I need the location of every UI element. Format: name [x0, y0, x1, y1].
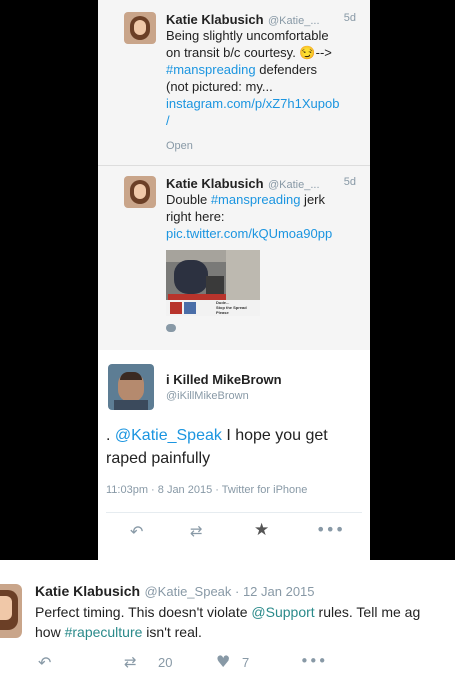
text-fragment: Double — [166, 192, 211, 207]
author-handle[interactable]: @iKillMikeBrown — [166, 390, 249, 402]
author-name[interactable]: Katie Klabusich — [166, 12, 264, 27]
author-name[interactable]: Katie Klabusich — [35, 583, 140, 599]
divider — [106, 512, 362, 513]
avatar[interactable] — [124, 12, 156, 44]
tweet-text: Perfect timing. This doesn't violate @Su… — [35, 602, 455, 642]
hashtag-link[interactable]: #manspreading — [166, 62, 256, 77]
pic-link[interactable]: pic.twitter.com/kQUmoa90pp — [166, 225, 362, 242]
text-fragment: rules. Tell me ag — [314, 604, 421, 620]
thread-tweet-1[interactable]: Katie Klabusich @Katie_... 5d Being slig… — [98, 0, 370, 165]
thread-tweet-2[interactable]: Katie Klabusich @Katie_... 5d Double #ma… — [98, 166, 370, 350]
author-handle[interactable]: @Katie_... — [268, 179, 320, 191]
retweet-count: 20 — [158, 655, 173, 670]
author-name[interactable]: i Killed MikeBrown — [166, 372, 282, 387]
author-handle-date[interactable]: @Katie_Speak · 12 Jan 2015 — [144, 584, 314, 599]
tweet-text: Being slightly uncomfortable on transit … — [166, 27, 362, 129]
mention-link[interactable]: @Support — [251, 604, 314, 620]
text-line: raped painfully — [106, 450, 211, 467]
open-link[interactable]: Open — [166, 140, 193, 152]
text-fragment: I hope you get — [221, 427, 328, 444]
phone-screenshot: Katie Klabusich @Katie_... 5d Being slig… — [98, 0, 370, 560]
tweet-text: . @Katie_Speak I hope you get raped pain… — [106, 424, 366, 470]
retweet-icon[interactable]: ⇄ — [190, 522, 203, 540]
heart-icon[interactable]: ♥ — [216, 652, 230, 671]
author-name[interactable]: Katie Klabusich — [166, 176, 264, 191]
reply-icon[interactable]: ↶ — [130, 522, 143, 541]
reply-tweet: Katie Klabusich @Katie_Speak · 12 Jan 20… — [0, 560, 455, 683]
author-handle[interactable]: @Katie_... — [268, 15, 320, 27]
text-fragment: jerk — [300, 192, 325, 207]
attached-photo[interactable]: Dude... Stop the Spread Please — [166, 250, 260, 316]
mention-link[interactable]: @Katie_Speak — [115, 427, 222, 444]
sign-line: Please — [216, 310, 229, 315]
text-fragment: defenders — [255, 62, 318, 77]
text-fragment: isn't real. — [142, 624, 202, 640]
like-count: 7 — [242, 655, 250, 670]
avatar[interactable] — [0, 584, 22, 638]
more-icon[interactable]: ••• — [316, 520, 344, 539]
avatar[interactable] — [124, 176, 156, 208]
hashtag-link[interactable]: #rapeculture — [65, 624, 143, 640]
text-fragment: Perfect timing. This doesn't violate — [35, 604, 252, 620]
instagram-link[interactable]: instagram.com/p/xZ7h1Xupob — [166, 95, 362, 112]
star-icon[interactable]: ★ — [254, 520, 269, 540]
text-line: Being slightly uncomfortable — [166, 28, 329, 43]
reply-icon[interactable]: ↶ — [38, 653, 51, 672]
text-fragment: how — [35, 624, 65, 640]
more-icon[interactable]: ••• — [300, 652, 327, 670]
tweet-meta: 11:03pm · 8 Jan 2015 · Twitter for iPhon… — [106, 484, 308, 496]
comment-bubble-icon[interactable] — [166, 324, 176, 332]
tweet-age: 5d — [343, 12, 356, 24]
instagram-link-tail[interactable]: / — [166, 112, 362, 129]
tweet-text: Double #manspreading jerk right here: pi… — [166, 191, 362, 242]
text-line: right here: — [166, 209, 225, 224]
text-fragment: . — [106, 427, 115, 444]
text-line: on transit b/c courtesy. 😏--> — [166, 45, 332, 60]
avatar[interactable] — [108, 364, 154, 410]
text-line: (not pictured: my... — [166, 79, 273, 94]
hashtag-link[interactable]: #manspreading — [211, 192, 301, 207]
retweet-icon[interactable]: ⇄ — [124, 653, 137, 671]
photo-sign: Dude... Stop the Spread Please — [216, 300, 247, 315]
main-tweet: i Killed MikeBrown @iKillMikeBrown . @Ka… — [98, 350, 370, 560]
tweet-age: 5d — [343, 176, 356, 188]
